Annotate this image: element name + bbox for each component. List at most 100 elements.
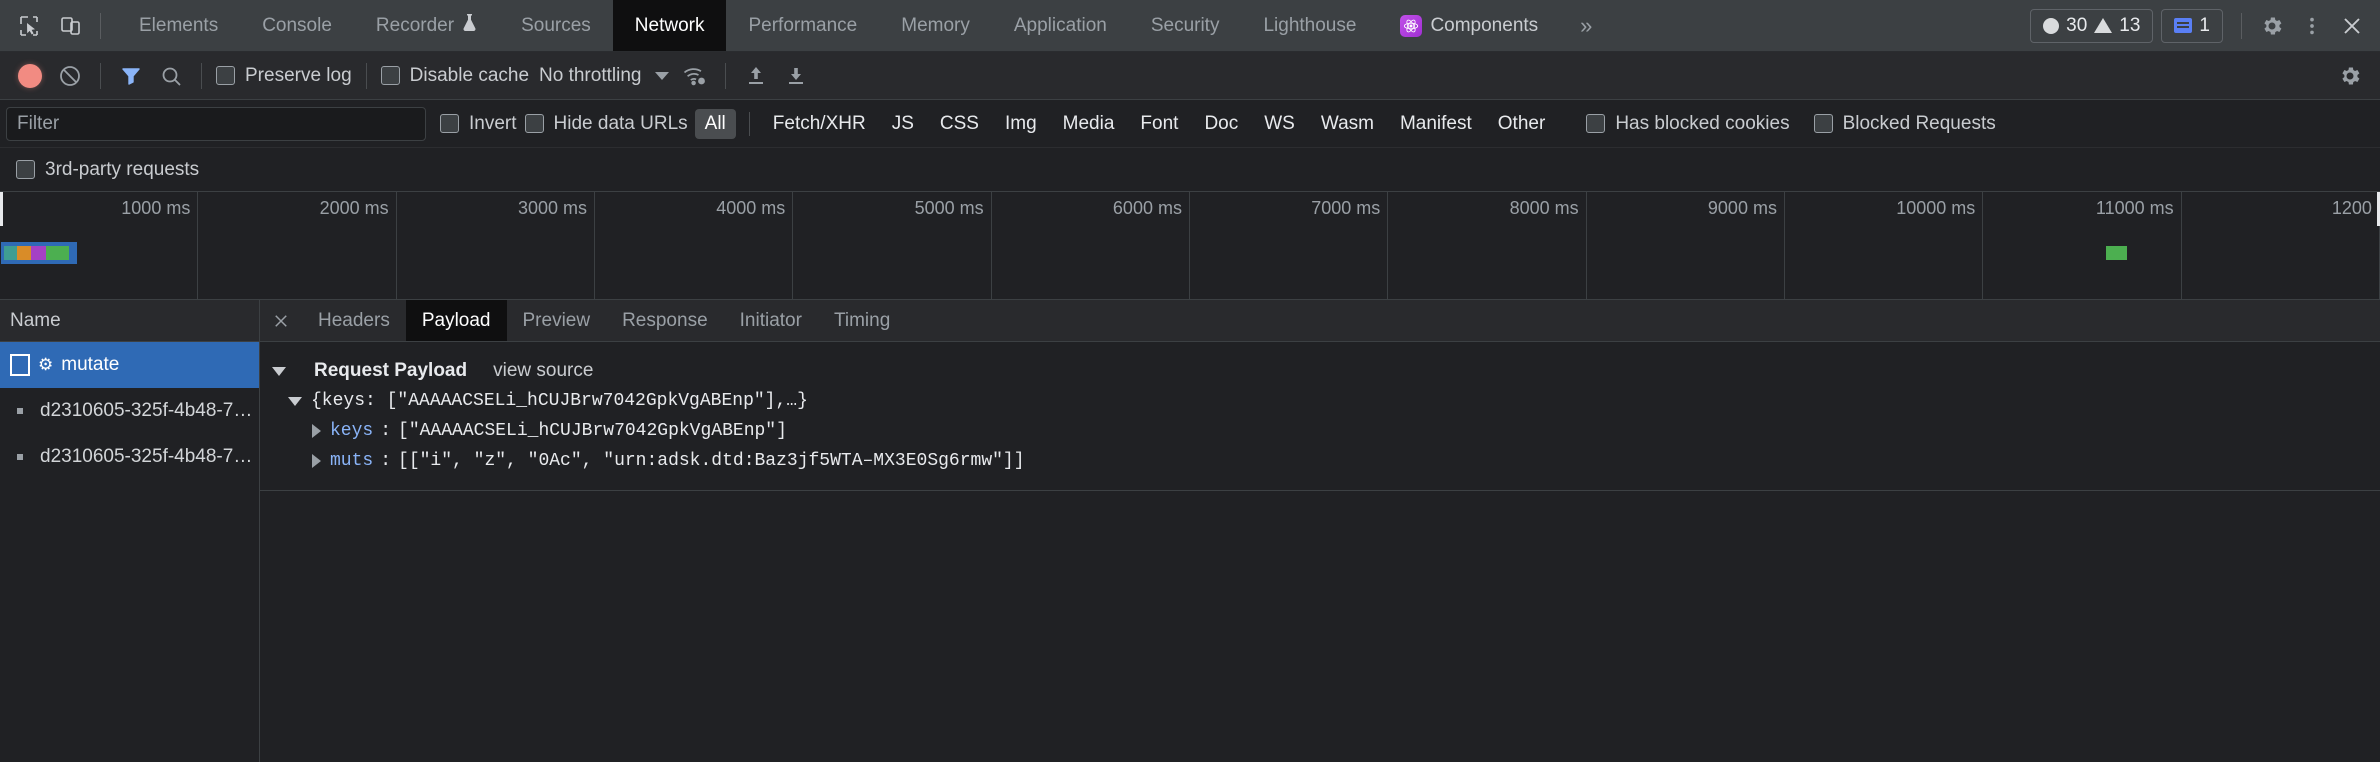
overview-tick-label: 11000 ms <box>2095 198 2174 218</box>
detail-tab-response[interactable]: Response <box>606 300 724 341</box>
import-har-icon[interactable] <box>736 56 776 96</box>
payload-value: [["i", "z", "0Ac", "urn:adsk.dtd:Baz3jf5… <box>398 451 1025 471</box>
filter-type-doc[interactable]: Doc <box>1194 109 1248 139</box>
export-har-icon[interactable] <box>776 56 816 96</box>
tab-lighthouse-label: Lighthouse <box>1263 14 1357 36</box>
inspect-cursor-icon[interactable] <box>8 5 50 47</box>
gear-icon[interactable] <box>2252 6 2292 46</box>
request-row-2[interactable]: d2310605-325f-4b48-714a-f… <box>0 434 259 480</box>
has-blocked-cookies-checkbox[interactable]: Has blocked cookies <box>1582 113 1793 135</box>
hide-data-urls-label: Hide data URLs <box>553 112 688 134</box>
detail-tab-payload[interactable]: Payload <box>405 300 507 341</box>
payload-root-node[interactable]: {keys: ["AAAAACSELi_hCUJBrw7042GpkVgABEn… <box>260 386 2380 416</box>
filter-type-wasm[interactable]: Wasm <box>1311 109 1384 139</box>
filter-input[interactable] <box>6 106 426 141</box>
payload-entry-keys[interactable]: keys: ["AAAAACSELi_hCUJBrw7042GpkVgABEnp… <box>260 416 2380 446</box>
overview-request-bar <box>16 246 31 260</box>
tab-sources[interactable]: Sources <box>499 0 613 51</box>
close-detail-icon[interactable] <box>260 300 302 341</box>
expand-triangle-icon[interactable] <box>288 396 302 406</box>
request-checkbox[interactable] <box>10 354 30 376</box>
overview-window-left-handle[interactable] <box>0 192 3 226</box>
clear-icon[interactable] <box>50 56 90 96</box>
overview-request-bar <box>30 246 46 260</box>
payload-entry-muts[interactable]: muts: [["i", "z", "0Ac", "urn:adsk.dtd:B… <box>260 446 2380 476</box>
payload-root-value: {keys: ["AAAAACSELi_hCUJBrw7042GpkVgABEn… <box>311 391 808 411</box>
tab-memory[interactable]: Memory <box>879 0 992 51</box>
overview-tick-cell: 10000 ms <box>1785 192 1984 299</box>
tab-security[interactable]: Security <box>1129 0 1242 51</box>
filter-type-css[interactable]: CSS <box>930 109 989 139</box>
detail-tab-initiator[interactable]: Initiator <box>724 300 818 341</box>
request-row-1[interactable]: d2310605-325f-4b48-714a-f… <box>0 388 259 434</box>
third-party-requests-box <box>16 160 35 179</box>
invert-label: Invert <box>469 112 517 134</box>
view-source-link[interactable]: view source <box>493 360 593 382</box>
detail-tab-timing[interactable]: Timing <box>818 300 906 341</box>
filter-type-img[interactable]: Img <box>995 109 1047 139</box>
hide-data-urls-checkbox[interactable]: Hide data URLs <box>521 113 692 135</box>
tab-console[interactable]: Console <box>240 0 354 51</box>
overview-tick-cell: 2000 ms <box>198 192 397 299</box>
overview-tick-cell: 3000 ms <box>397 192 595 299</box>
overview-tick-label: 1200 <box>2331 198 2372 218</box>
panel-tabs: Elements Console Recorder Sources Networ… <box>117 0 1612 51</box>
filter-type-all[interactable]: All <box>694 108 736 139</box>
collapse-triangle-icon[interactable] <box>312 454 321 468</box>
filter-divider <box>748 111 750 136</box>
wifi-settings-icon[interactable] <box>675 56 715 96</box>
overview-tick-cell: 1200 <box>2182 192 2380 299</box>
tab-components[interactable]: Components <box>1378 0 1560 51</box>
filter-type-fetchxhr[interactable]: Fetch/XHR <box>763 109 876 139</box>
disable-cache-checkbox[interactable]: Disable cache <box>377 65 533 87</box>
throttling-value: No throttling <box>539 64 642 86</box>
record-stop-icon[interactable] <box>10 56 50 96</box>
detail-tab-headers[interactable]: Headers <box>302 300 406 341</box>
more-tabs-button[interactable]: » <box>1560 0 1612 51</box>
tab-performance[interactable]: Performance <box>726 0 879 51</box>
payload-key: keys <box>330 421 374 441</box>
invert-checkbox[interactable]: Invert <box>436 113 521 135</box>
filter-type-manifest[interactable]: Manifest <box>1390 109 1482 139</box>
filter-type-media[interactable]: Media <box>1053 109 1125 139</box>
filter-type-ws[interactable]: WS <box>1254 109 1305 139</box>
blocked-requests-checkbox[interactable]: Blocked Requests <box>1810 113 2000 135</box>
messages-counter[interactable]: 1 <box>2161 8 2223 43</box>
request-name: d2310605-325f-4b48-714a-f… <box>40 446 259 467</box>
expand-triangle-icon[interactable] <box>272 366 286 376</box>
close-icon[interactable] <box>2332 6 2372 46</box>
error-count: 30 <box>2066 14 2088 36</box>
tab-recorder[interactable]: Recorder <box>354 0 499 51</box>
filter-icon[interactable] <box>111 56 151 96</box>
filter-type-js[interactable]: JS <box>882 109 924 139</box>
devtools-tab-bar: Elements Console Recorder Sources Networ… <box>0 0 2380 52</box>
collapse-triangle-icon[interactable] <box>312 424 321 438</box>
preserve-log-checkbox[interactable]: Preserve log <box>212 65 356 87</box>
third-party-requests-checkbox[interactable]: 3rd-party requests <box>12 159 203 181</box>
filter-type-other[interactable]: Other <box>1488 109 1556 139</box>
overview-tick-label: 6000 ms <box>1112 198 1182 218</box>
request-bullet-icon <box>17 454 23 460</box>
warning-count-icon <box>2094 18 2113 33</box>
throttling-select[interactable]: No throttling <box>533 65 675 87</box>
device-toggle-icon[interactable] <box>50 5 92 47</box>
tab-console-label: Console <box>262 14 332 36</box>
tab-network[interactable]: Network <box>612 0 727 51</box>
tab-elements[interactable]: Elements <box>117 0 240 51</box>
payload-key: muts <box>330 451 374 471</box>
search-icon[interactable] <box>151 56 191 96</box>
tab-application[interactable]: Application <box>992 0 1129 51</box>
issues-counter[interactable]: 30 13 <box>2030 8 2154 43</box>
overview-tick-cell: 4000 ms <box>595 192 794 299</box>
topbar-right-controls: 30 13 1 <box>2030 0 2380 51</box>
tab-lighthouse[interactable]: Lighthouse <box>1241 0 1378 51</box>
detail-tab-preview[interactable]: Preview <box>507 300 607 341</box>
network-toolbar: Preserve log Disable cache No throttling <box>0 52 2380 100</box>
inspect-controls <box>0 5 117 47</box>
network-overview-timeline[interactable]: 1000 ms 2000 ms 3000 ms 4000 ms 5000 ms … <box>0 192 2380 300</box>
request-name: mutate <box>61 354 120 375</box>
more-options-icon[interactable] <box>2292 6 2332 46</box>
network-settings-gear-icon[interactable] <box>2330 56 2370 96</box>
filter-type-font[interactable]: Font <box>1130 109 1188 139</box>
request-row-mutate[interactable]: ⚙ mutate <box>0 342 259 388</box>
